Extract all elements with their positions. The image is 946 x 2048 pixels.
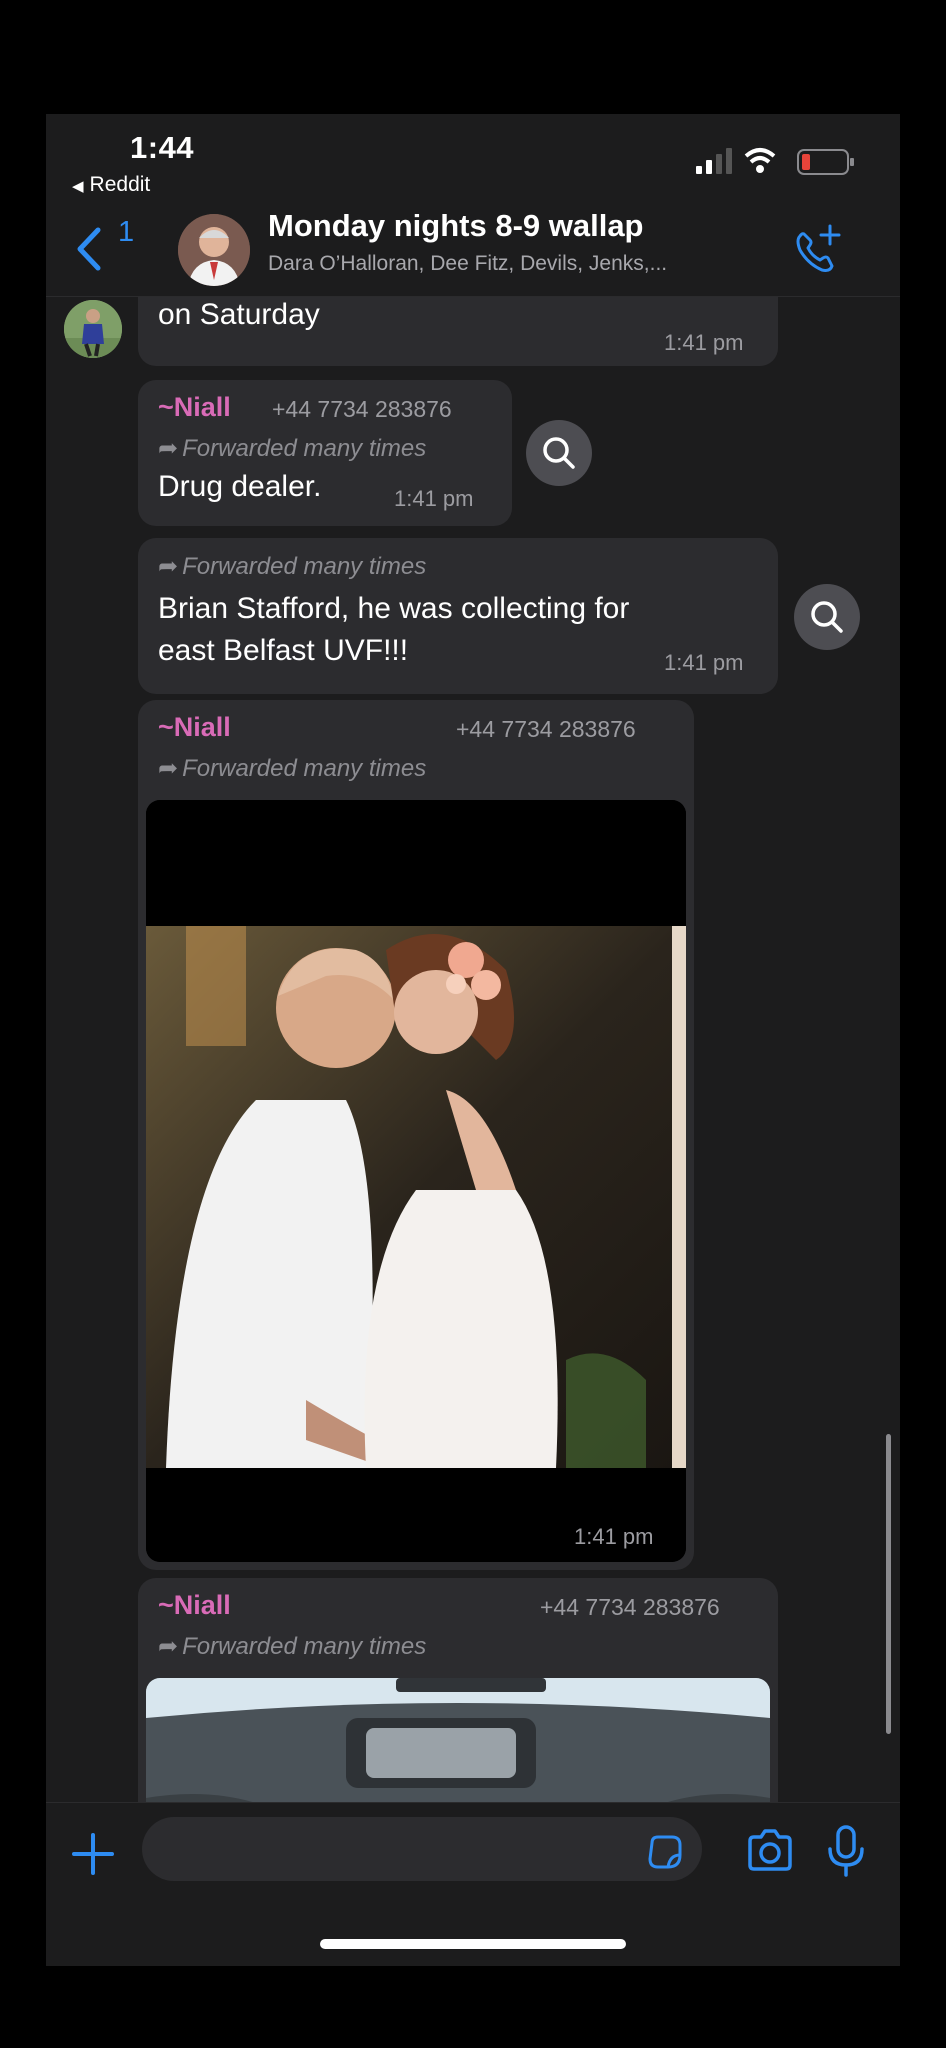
status-time: 1:44 [130,130,195,165]
forwarded-text: Forwarded many times [182,1633,427,1660]
car-interior-photo [146,1678,770,1802]
search-icon [811,601,843,633]
message-bubble[interactable]: ~Niall +44 7734 283876 ➦ Forwarded many t… [138,380,512,526]
message-bubble[interactable]: on Saturday 1:41 pm [138,296,778,366]
message-time: 1:41 pm [664,330,744,355]
forward-arrow-icon: ➦ [158,435,179,462]
forwarded-label: ➦ Forwarded many times [158,754,426,783]
sender-phone: +44 7734 283876 [272,396,452,422]
message-bubble[interactable]: ➦ Forwarded many times Brian Stafford, he… [138,538,778,694]
sender-phone: +44 7734 283876 [456,716,636,742]
sender-name[interactable]: ~Niall [158,1590,231,1621]
chat-header: 1 Monday nights 8-9 wallap Dara O’Hallor… [46,202,900,297]
search-web-button[interactable] [526,420,592,486]
back-chevron-icon [77,227,101,271]
add-call-button[interactable] [786,218,846,278]
message-time: 1:41 pm [664,650,744,675]
home-indicator[interactable] [320,1939,626,1949]
plus-icon [72,1833,114,1875]
message-text-line: Brian Stafford, he was collecting for [158,592,630,625]
microphone-icon [828,1825,864,1877]
photo-attachment[interactable] [146,800,686,1562]
group-title[interactable]: Monday nights 8-9 wallap [268,208,644,244]
back-triangle-icon: ◀ [72,178,84,195]
scroll-indicator[interactable] [886,1434,891,1734]
sender-phone: +44 7734 283876 [540,1594,720,1620]
couple-photo [146,800,686,1562]
message-bubble[interactable]: ~Niall +44 7734 283876 ➦ Forwarded many t… [138,1578,778,1802]
search-icon [543,437,575,469]
phone-screen: 1:44 ◀ Reddit 1 Monday nights 8-9 wallap… [46,114,900,1966]
message-bubble[interactable]: ~Niall +44 7734 283876 ➦ Forwarded many t… [138,700,694,1570]
sender-name[interactable]: ~Niall [158,712,231,743]
chat-area[interactable]: on Saturday 1:41 pm ~Niall +44 7734 2838… [46,296,900,1802]
attach-button[interactable] [68,1829,118,1879]
message-text: Drug dealer. [158,470,322,503]
group-avatar[interactable] [178,214,250,286]
forwarded-label: ➦ Forwarded many times [158,552,426,581]
forwarded-text: Forwarded many times [182,553,427,580]
forward-arrow-icon: ➦ [158,755,179,782]
microphone-button[interactable] [824,1823,868,1879]
camera-button[interactable] [744,1825,796,1877]
search-web-button[interactable] [794,584,860,650]
forwarded-text: Forwarded many times [182,435,427,462]
back-app-label: Reddit [89,173,151,196]
message-time: 1:41 pm [574,1524,654,1549]
forwarded-label: ➦ Forwarded many times [158,1632,426,1661]
signal-wifi-battery-icon [696,148,854,175]
sender-name[interactable]: ~Niall [158,392,231,423]
message-input[interactable] [142,1817,702,1881]
sender-avatar[interactable] [64,300,122,358]
sticker-icon [648,1835,682,1869]
photo-attachment[interactable] [146,1678,770,1802]
forwarded-label: ➦ Forwarded many times [158,434,426,463]
forward-arrow-icon: ➦ [158,553,179,580]
message-text: on Saturday [158,298,320,331]
status-icons [696,144,856,178]
video-call-add-icon [796,224,841,272]
back-to-app-link[interactable]: ◀ Reddit [72,173,150,197]
sticker-button[interactable] [646,1833,684,1871]
unread-count: 1 [118,216,135,248]
message-input-bar [46,1802,900,1966]
message-time: 1:41 pm [394,486,474,511]
forwarded-text: Forwarded many times [182,755,427,782]
forward-arrow-icon: ➦ [158,1633,179,1660]
camera-icon [748,1829,792,1871]
message-text-line: east Belfast UVF!!! [158,634,409,667]
group-members[interactable]: Dara O’Halloran, Dee Fitz, Devils, Jenks… [268,252,667,276]
